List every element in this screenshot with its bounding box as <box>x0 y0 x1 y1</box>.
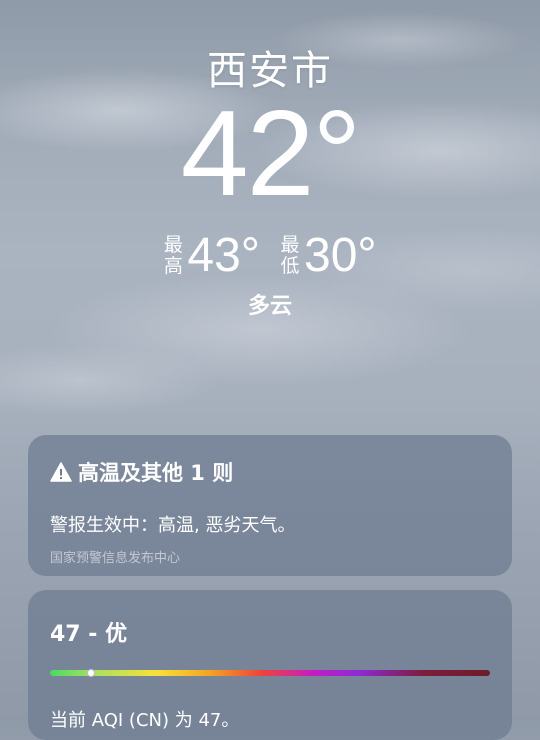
current-temperature: 42° <box>180 85 362 221</box>
alert-body: 警报生效中：高温, 恶劣天气。 <box>50 515 296 536</box>
alert-title: 高温及其他 1 则 <box>78 461 234 485</box>
air-quality-card[interactable]: 47 - 优 当前 AQI (CN) 为 47。 <box>28 590 512 740</box>
high-low-temperatures: 最高 43° 最低 30° <box>0 228 540 283</box>
alert-source: 国家预警信息发布中心 <box>50 551 181 566</box>
aqi-headline: 47 - 优 <box>50 622 128 647</box>
high-value: 43° <box>187 229 260 282</box>
aqi-description: 当前 AQI (CN) 为 47。 <box>50 710 240 731</box>
low-value: 30° <box>304 229 377 282</box>
aqi-scale-bar <box>50 669 490 677</box>
high-label: 最高 <box>163 233 183 277</box>
low-temperature: 最低 30° <box>280 228 377 283</box>
warning-triangle-icon <box>50 462 72 482</box>
aqi-indicator-dot <box>87 669 96 677</box>
alert-title-row: 高温及其他 1 则 <box>50 457 490 487</box>
weather-alert-card[interactable]: 高温及其他 1 则 警报生效中：高温, 恶劣天气。 国家预警信息发布中心 <box>28 435 512 576</box>
weather-condition: 多云 <box>247 294 292 319</box>
low-label: 最低 <box>280 233 300 277</box>
high-temperature: 最高 43° <box>163 228 260 283</box>
